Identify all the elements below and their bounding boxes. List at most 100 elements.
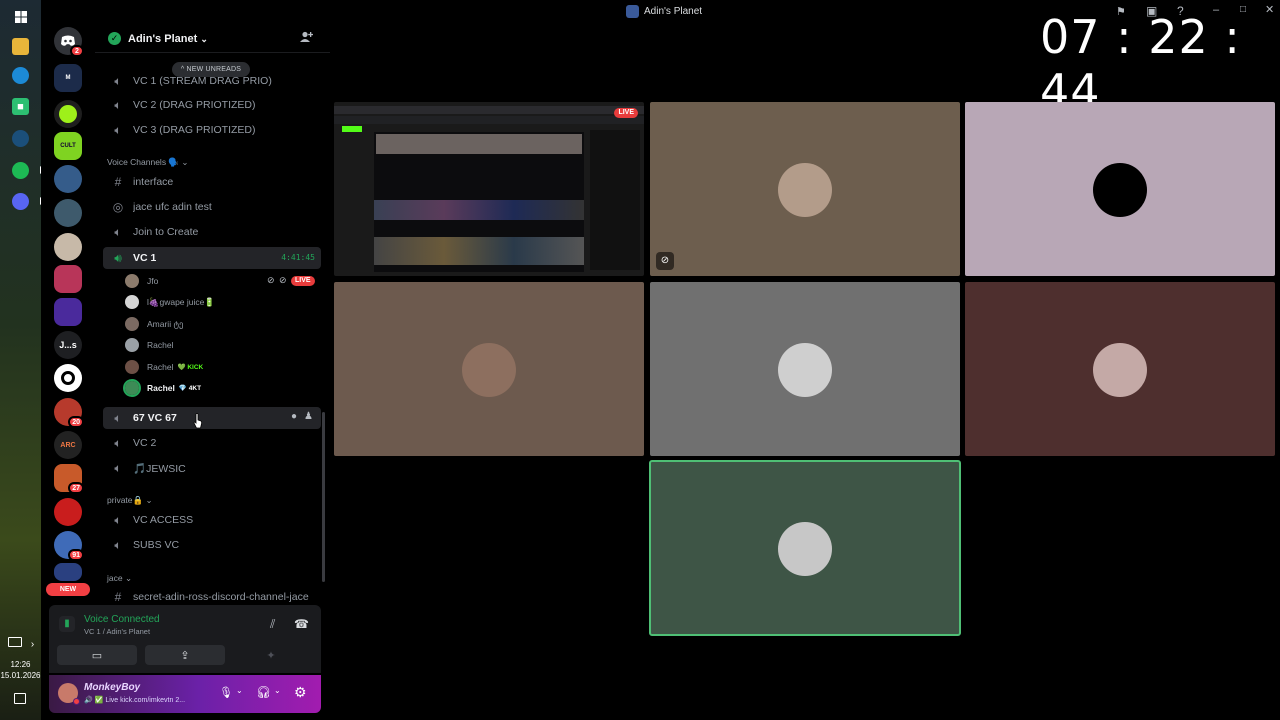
voice-channel-vc3-drag[interactable]: 🔈︎ VC 3 (DRAG PRIOTIZED) — [103, 119, 321, 141]
settings-gear-icon[interactable]: ⚙ — [294, 684, 307, 701]
voice-timer: 4:41:45 — [281, 253, 315, 262]
voice-channel-join-to-create[interactable]: 🔈︎ Join to Create — [103, 221, 321, 243]
voice-user-jfo[interactable]: Jfo — [125, 272, 158, 290]
edge-browser-icon[interactable] — [12, 67, 29, 84]
activities-button[interactable]: ✦ — [231, 645, 311, 665]
voice-channel-vc1-active[interactable]: 🔊︎ VC 1 4:41:45 — [103, 247, 321, 269]
voice-channel-vc2-drag[interactable]: 🔈︎ VC 2 (DRAG PRIOTIZED) — [103, 94, 321, 116]
video-tile-jfo-user[interactable]: ⊘ — [650, 102, 960, 276]
voice-status[interactable]: Voice Connected — [84, 614, 160, 625]
signal-icon[interactable]: ▮ — [59, 616, 75, 632]
spotify-icon[interactable] — [12, 162, 29, 179]
voice-channel-vc2[interactable]: 🔈︎ VC 2 — [103, 432, 321, 454]
user-name: l🍇gwape juice🔋 — [147, 296, 215, 307]
user-custom-status: 🔊 ✅ Live kick.com/imkevtn 2... — [84, 697, 186, 704]
server-icon-20[interactable]: 20 — [54, 398, 84, 428]
server-icon-green-head[interactable] — [54, 100, 82, 128]
sidebar-scrollbar[interactable] — [322, 412, 325, 582]
new-unreads-pill[interactable]: ^ NEW UNREADS — [172, 62, 250, 77]
server-icon-person[interactable] — [54, 199, 82, 227]
chevron-down-icon: ⌄ — [200, 34, 208, 44]
discord-home-button[interactable]: 2 — [54, 27, 84, 57]
server-icon-face[interactable] — [54, 233, 82, 261]
windows-taskbar: ■ › 12:26 15.01.2026 — [0, 0, 43, 720]
speaker-active-icon: 🔊︎ — [114, 250, 122, 265]
windows-start-icon[interactable] — [12, 8, 29, 25]
category-jace[interactable]: jace ⌄ — [107, 573, 132, 584]
chevron-down-icon[interactable]: ⌄ — [274, 686, 281, 695]
new-unread-pill[interactable]: NEW — [46, 583, 90, 596]
file-explorer-icon[interactable] — [12, 38, 29, 55]
chevron-right-icon[interactable]: › — [24, 636, 41, 653]
voice-user-rachel-1[interactable]: Rachel — [125, 336, 173, 354]
user-name[interactable]: MonkeyBoy — [84, 682, 140, 693]
microphone-icon[interactable]: 🎙︎ — [219, 686, 233, 699]
activities-icon: ✦ — [266, 649, 276, 662]
voice-user-rachel-3[interactable]: Rachel 💎 4KT — [123, 379, 201, 397]
category-label: private🔒 — [107, 495, 144, 505]
invite-user-icon[interactable]: ♟ — [304, 411, 313, 422]
voice-channel-67[interactable]: 🔈︎ 67 VC 67 ● ♟ — [103, 407, 321, 429]
add-member-icon[interactable] — [300, 31, 314, 46]
channel-name: VC 2 — [133, 437, 157, 449]
server-icon-ring[interactable] — [54, 364, 82, 392]
server-icon-battle-cult[interactable]: CULT — [54, 132, 82, 160]
steam-icon[interactable] — [12, 130, 29, 147]
server-icon-red[interactable] — [54, 265, 82, 293]
category-private[interactable]: private🔒 ⌄ — [107, 495, 153, 506]
server-name-text: Adin's Planet — [128, 33, 198, 45]
server-header[interactable]: ✓ Adin's Planet ⌄ — [95, 25, 330, 53]
noise-suppression-icon[interactable]: ⫽ — [270, 617, 275, 632]
discord-taskbar-icon[interactable] — [12, 193, 29, 210]
server-icon-mystics[interactable]: M — [54, 64, 82, 92]
notification-icon[interactable] — [14, 693, 26, 704]
server-icon-27[interactable]: 27 — [54, 464, 84, 494]
server-icon-arc[interactable]: ARC — [54, 431, 82, 459]
server-name: Adin's Planet ⌄ — [128, 33, 208, 45]
channel-name: 67 VC 67 — [133, 412, 177, 424]
user-name: Amarii ტე — [147, 318, 184, 329]
disconnect-icon[interactable]: ☎ — [294, 617, 309, 631]
voice-user-amarii[interactable]: Amarii ტე — [125, 315, 183, 333]
chat-bubble-icon[interactable]: ● — [291, 411, 297, 422]
chevron-down-icon[interactable]: ⌄ — [236, 686, 243, 695]
server-title-icon — [626, 5, 639, 18]
voice-user-rachel-2[interactable]: Rachel 💚 KICK — [125, 358, 203, 376]
headphones-icon[interactable]: 🎧︎ — [256, 685, 271, 699]
screen-share-button[interactable]: ⇪ — [145, 645, 225, 665]
server-folder-label: J...s — [59, 340, 77, 350]
server-icon-red-logo[interactable] — [54, 498, 82, 526]
voice-channel-vc-access[interactable]: 🔈︎ VC ACCESS — [103, 509, 321, 531]
camera-toggle-button[interactable]: ▭ — [57, 645, 137, 665]
server-icon-91[interactable]: 91 — [54, 531, 84, 561]
category-voice-channels[interactable]: Voice Channels 🗣️ ⌄ — [107, 157, 189, 168]
server-icon-partial[interactable] — [54, 563, 82, 581]
taskbar-time: 12:26 — [10, 660, 31, 669]
voice-channel-jewsic[interactable]: 🔈︎ 🎵JEWSIC — [103, 457, 321, 479]
camera-off-icon: ▭ — [91, 649, 103, 662]
channel-interface[interactable]: # interface — [103, 171, 321, 193]
channel-name: secret-adin-ross-discord-channel-jace — [133, 591, 309, 603]
stream-tile-jfo[interactable]: LIVE — [334, 102, 644, 276]
voice-channel-subs-vc[interactable]: 🔈︎ SUBS VC — [103, 534, 321, 556]
stage-channel-jace-ufc[interactable]: ◎ jace ufc adin test — [103, 196, 321, 218]
stream-banner — [376, 134, 582, 154]
video-tile-amarii[interactable] — [334, 282, 644, 456]
video-tile-rachel-speaking[interactable] — [649, 460, 961, 636]
participant-avatar — [462, 343, 516, 397]
video-tile-rachel-1[interactable] — [650, 282, 960, 456]
stream-content — [374, 132, 584, 272]
taskbar-clock[interactable]: 12:26 15.01.2026 — [0, 659, 41, 681]
server-icon-avatar[interactable] — [54, 165, 82, 193]
video-tile-gwape[interactable] — [965, 102, 1275, 276]
video-tile-rachel-2[interactable] — [965, 282, 1275, 456]
participant-avatar — [1093, 343, 1147, 397]
server-icon-purple[interactable] — [54, 298, 82, 326]
mute-icon: ⊘ — [656, 252, 674, 270]
twitch-green-app-icon[interactable]: ■ — [12, 98, 29, 115]
show-desktop-icon[interactable] — [8, 637, 22, 647]
server-folder-js[interactable]: J...s — [54, 331, 82, 359]
voice-user-gwape[interactable]: l🍇gwape juice🔋 — [125, 293, 215, 311]
mention-badge: 27 — [68, 482, 84, 494]
stream-chat — [590, 130, 640, 270]
